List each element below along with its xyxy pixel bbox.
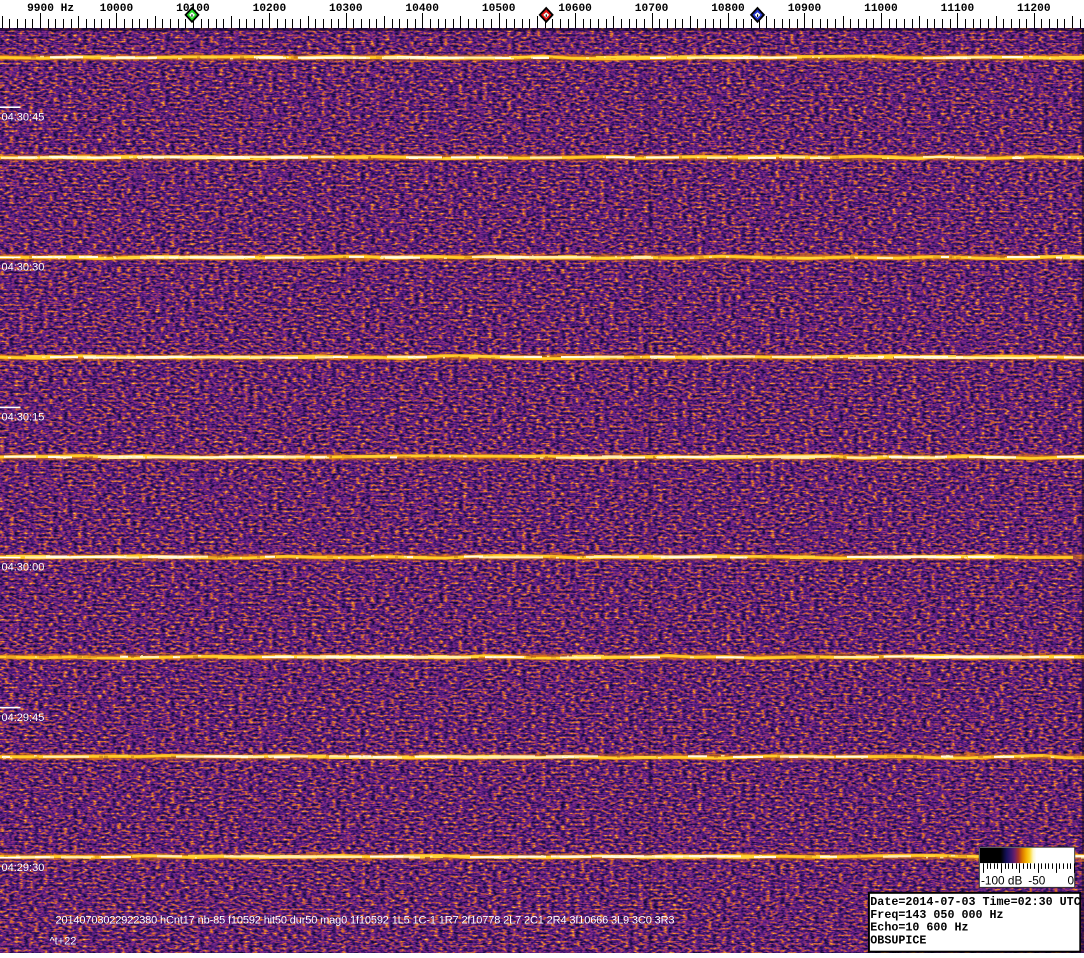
svg-text:-50: -50 [1028, 874, 1045, 888]
svg-text:9900 Hz: 9900 Hz [27, 3, 74, 15]
svg-text:11200: 11200 [1017, 3, 1051, 15]
svg-text:04:30:15: 04:30:15 [2, 412, 45, 424]
svg-text:11100: 11100 [941, 3, 975, 15]
svg-text:10200: 10200 [253, 3, 287, 15]
svg-text:OBSUPICE: OBSUPICE [870, 933, 926, 947]
svg-text:0: 0 [1067, 874, 1074, 888]
svg-text:10500: 10500 [482, 3, 516, 15]
svg-text:10700: 10700 [635, 3, 669, 15]
svg-text:04:29:30: 04:29:30 [2, 862, 45, 874]
svg-text:10600: 10600 [558, 3, 592, 15]
svg-text:-100 dB: -100 dB [981, 874, 1022, 888]
svg-text:^t+22: ^t+22 [50, 936, 77, 948]
svg-text:11000: 11000 [864, 3, 898, 15]
svg-text:04:30:00: 04:30:00 [2, 562, 45, 574]
svg-text:04:30:45: 04:30:45 [2, 111, 45, 123]
svg-text:10900: 10900 [788, 3, 822, 15]
svg-text:10000: 10000 [100, 3, 134, 15]
svg-text:04:29:45: 04:29:45 [2, 712, 45, 724]
svg-text:10400: 10400 [405, 3, 439, 15]
svg-text:10300: 10300 [329, 3, 363, 15]
svg-text:20140703022922380 hCnt17 nb-85: 20140703022922380 hCnt17 nb-85 f10592 hi… [56, 915, 675, 927]
svg-text:04:30:30: 04:30:30 [2, 262, 45, 274]
svg-text:10800: 10800 [711, 3, 745, 15]
